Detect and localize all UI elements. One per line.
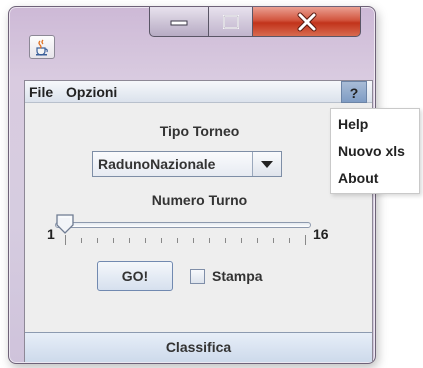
minimize-button[interactable] <box>149 7 209 37</box>
slider-tick <box>305 235 306 245</box>
chevron-down-icon <box>261 160 273 168</box>
menu-file[interactable]: File <box>29 84 53 100</box>
tipo-torneo-label: Tipo Torneo <box>159 123 240 139</box>
close-button[interactable] <box>253 7 361 37</box>
menu-item-help[interactable]: Help <box>338 116 368 132</box>
slider-tick <box>257 238 258 243</box>
go-button[interactable]: GO! <box>97 261 173 291</box>
slider-tick <box>81 238 82 243</box>
tipo-torneo-combobox[interactable]: RadunoNazionale <box>92 151 282 177</box>
title-bar[interactable] <box>9 7 375 73</box>
slider-tick <box>289 238 290 243</box>
maximize-button[interactable] <box>209 7 253 37</box>
slider-tick <box>65 235 66 245</box>
slider-tick <box>193 238 194 243</box>
menu-item-about[interactable]: About <box>338 170 378 186</box>
menu-help[interactable]: ? <box>341 81 367 103</box>
close-icon <box>297 12 316 31</box>
slider-tick <box>129 238 130 243</box>
classifica-button[interactable]: Classifica <box>25 332 372 362</box>
app-window: File Opzioni ? Tipo Torneo RadunoNaziona… <box>8 6 376 364</box>
java-cup-icon[interactable] <box>29 35 55 59</box>
slider-min-label: 1 <box>47 226 55 242</box>
slider-tick <box>145 238 146 243</box>
slider-tick <box>177 238 178 243</box>
slider-max-label: 16 <box>313 226 329 242</box>
slider-tick <box>113 238 114 243</box>
slider-tick <box>225 238 226 243</box>
maximize-icon <box>222 14 239 29</box>
combo-dropdown-button[interactable] <box>253 152 281 176</box>
slider-tick <box>273 238 274 243</box>
stampa-label[interactable]: Stampa <box>212 268 263 284</box>
slider-thumb[interactable] <box>55 213 75 235</box>
slider-tick <box>97 238 98 243</box>
menu-opzioni[interactable]: Opzioni <box>66 84 117 100</box>
slider-tick <box>161 238 162 243</box>
slider-tick <box>209 238 210 243</box>
menu-bar: File Opzioni ? <box>25 81 372 103</box>
slider-tick <box>241 238 242 243</box>
menu-item-nuovo-xls[interactable]: Nuovo xls <box>338 143 405 159</box>
minimize-icon <box>170 20 188 25</box>
numero-turno-label: Numero Turno <box>151 192 248 208</box>
tipo-torneo-selected[interactable]: RadunoNazionale <box>93 152 253 176</box>
stampa-checkbox[interactable] <box>190 269 205 284</box>
client-area: File Opzioni ? Tipo Torneo RadunoNaziona… <box>24 80 373 362</box>
numero-turno-slider[interactable] <box>55 213 345 265</box>
slider-track[interactable] <box>55 222 311 228</box>
help-popup-menu: Help Nuovo xls About <box>330 108 420 194</box>
slider-ticks <box>55 235 311 249</box>
